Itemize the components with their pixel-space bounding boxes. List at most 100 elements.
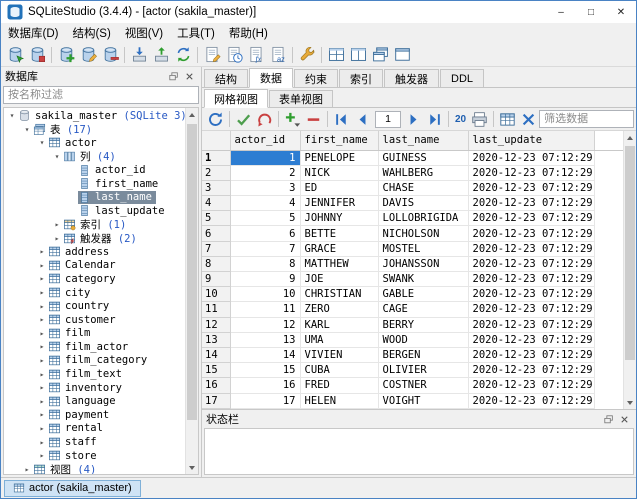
open-sql-editor-button[interactable]	[201, 44, 223, 66]
tile-windows-button[interactable]	[325, 44, 347, 66]
column-header-first_name[interactable]: first_name	[300, 131, 378, 150]
row-header[interactable]: 14	[202, 347, 230, 362]
cell[interactable]: PENELOPE	[300, 150, 378, 165]
undock-databases-panel-button[interactable]	[165, 69, 181, 83]
expander-collapsed-icon[interactable]: ▸	[36, 245, 48, 258]
expander-collapsed-icon[interactable]: ▸	[36, 368, 48, 381]
cell[interactable]: 17	[230, 393, 300, 408]
cell[interactable]: CUBA	[300, 363, 378, 378]
scrollbar-track[interactable]	[624, 144, 636, 396]
export-grid-button[interactable]	[497, 109, 518, 130]
tree-item-table-customer[interactable]: ▸customer	[4, 313, 185, 327]
rollback-changes-button[interactable]	[254, 109, 275, 130]
cell[interactable]: BETTE	[300, 226, 378, 241]
tree-filter-input[interactable]	[3, 86, 199, 104]
delete-row-button[interactable]	[303, 109, 324, 130]
cell[interactable]: GUINESS	[378, 150, 468, 165]
scroll-up-button[interactable]	[186, 108, 198, 121]
first-page-button[interactable]	[331, 109, 352, 130]
close-status-panel-button[interactable]	[616, 412, 632, 426]
cell[interactable]: GRACE	[300, 241, 378, 256]
expander-collapsed-icon[interactable]: ▸	[36, 300, 48, 313]
cell[interactable]: JOHNNY	[300, 211, 378, 226]
expander-collapsed-icon[interactable]: ▸	[36, 286, 48, 299]
cell[interactable]: UMA	[300, 332, 378, 347]
tree-item-column-last-update[interactable]: last_update	[4, 204, 185, 218]
tree-item-indexes-folder[interactable]: ▸索引 (1)	[4, 218, 185, 232]
tree-item-table-film-category[interactable]: ▸film_category	[4, 354, 185, 368]
expander-collapsed-icon[interactable]: ▸	[36, 259, 48, 272]
row-header[interactable]: 17	[202, 393, 230, 408]
menu-item-help[interactable]: 帮助(H)	[222, 23, 275, 43]
expander-collapsed-icon[interactable]: ▸	[51, 232, 63, 245]
cell[interactable]: 13	[230, 332, 300, 347]
commit-changes-button[interactable]	[233, 109, 254, 130]
cell[interactable]: HELEN	[300, 393, 378, 408]
cell[interactable]: BERGEN	[378, 347, 468, 362]
cell[interactable]: 2020-12-23 07:12:29	[468, 287, 594, 302]
tree-item-column-actor-id[interactable]: actor_id	[4, 163, 185, 177]
tree-item-table-country[interactable]: ▸country	[4, 299, 185, 313]
cell[interactable]: 2	[230, 165, 300, 180]
cell[interactable]: 2020-12-23 07:12:29	[468, 241, 594, 256]
cell[interactable]: 2020-12-23 07:12:29	[468, 302, 594, 317]
restore-window-button[interactable]	[391, 44, 413, 66]
remove-database-button[interactable]	[99, 44, 121, 66]
cell[interactable]: 2020-12-23 07:12:29	[468, 363, 594, 378]
expander-collapsed-icon[interactable]: ▸	[36, 354, 48, 367]
menu-item-structure[interactable]: 结构(S)	[65, 23, 117, 43]
expander-collapsed-icon[interactable]: ▸	[36, 381, 48, 394]
subtab-grid-view[interactable]: 网格视图	[204, 89, 268, 108]
row-header[interactable]: 9	[202, 272, 230, 287]
expander-collapsed-icon[interactable]: ▸	[36, 327, 48, 340]
disconnect-database-button[interactable]	[26, 44, 48, 66]
tree-item-column-first-name[interactable]: first_name	[4, 177, 185, 191]
maximize-button[interactable]: □	[576, 1, 606, 23]
cell[interactable]: ED	[300, 180, 378, 195]
cell[interactable]: JOHANSSON	[378, 256, 468, 271]
refresh-data-button[interactable]	[205, 109, 226, 130]
tab-constraints[interactable]: 约束	[294, 69, 338, 87]
cell[interactable]: 2020-12-23 07:12:29	[468, 165, 594, 180]
clear-grid-button[interactable]	[518, 109, 539, 130]
cell[interactable]: WAHLBERG	[378, 165, 468, 180]
mdi-tab-actor[interactable]: actor (sakila_master)	[4, 480, 141, 497]
cell[interactable]: 1	[230, 150, 300, 165]
cell[interactable]: 6	[230, 226, 300, 241]
tree-item-sakila-master[interactable]: ▾sakila_master (SQLite 3)	[4, 109, 185, 123]
subtab-form-view[interactable]: 表单视图	[269, 90, 333, 107]
menu-item-view[interactable]: 视图(V)	[118, 23, 170, 43]
cell[interactable]: 2020-12-23 07:12:29	[468, 226, 594, 241]
cell[interactable]: WOOD	[378, 332, 468, 347]
cell[interactable]: JENNIFER	[300, 196, 378, 211]
cell[interactable]: 11	[230, 302, 300, 317]
undock-status-panel-button[interactable]	[600, 412, 616, 426]
cell[interactable]: CAGE	[378, 302, 468, 317]
tab-ddl[interactable]: DDL	[440, 69, 484, 87]
cell[interactable]: 7	[230, 241, 300, 256]
cell[interactable]: BERRY	[378, 317, 468, 332]
tree-item-table-store[interactable]: ▸store	[4, 449, 185, 463]
cell[interactable]: MATTHEW	[300, 256, 378, 271]
tree-item-table-language[interactable]: ▸language	[4, 394, 185, 408]
expander-collapsed-icon[interactable]: ▸	[36, 408, 48, 421]
cell[interactable]: 2020-12-23 07:12:29	[468, 150, 594, 165]
cell[interactable]: VOIGHT	[378, 393, 468, 408]
row-header[interactable]: 11	[202, 302, 230, 317]
tree-item-tables-folder[interactable]: ▾表 (17)	[4, 123, 185, 137]
expander-expanded-icon[interactable]: ▾	[51, 150, 63, 163]
row-header[interactable]: 16	[202, 378, 230, 393]
open-configuration-button[interactable]	[296, 44, 318, 66]
cell[interactable]: OLIVIER	[378, 363, 468, 378]
row-header[interactable]: 2	[202, 165, 230, 180]
row-header[interactable]: 5	[202, 211, 230, 226]
page-number-box[interactable]: 1	[375, 111, 401, 128]
cascade-windows-button[interactable]	[369, 44, 391, 66]
row-header[interactable]: 4	[202, 196, 230, 211]
scrollbar-thumb[interactable]	[187, 124, 197, 420]
expander-expanded-icon[interactable]: ▾	[36, 136, 48, 149]
menu-item-tools[interactable]: 工具(T)	[170, 23, 222, 43]
tree-item-table-city[interactable]: ▸city	[4, 286, 185, 300]
cell[interactable]: MOSTEL	[378, 241, 468, 256]
column-header-last_name[interactable]: last_name	[378, 131, 468, 150]
